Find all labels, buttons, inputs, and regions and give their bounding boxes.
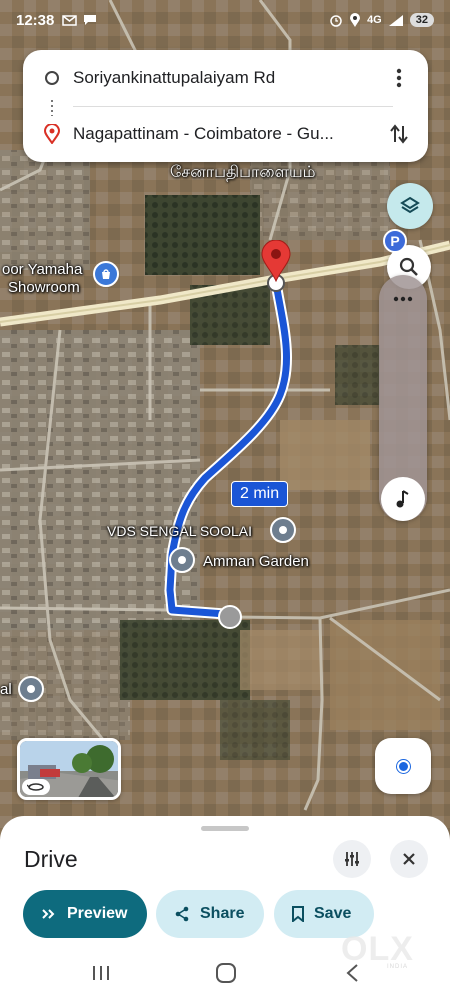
recents-button[interactable] xyxy=(89,962,113,984)
origin-circle-icon xyxy=(45,71,59,85)
recents-icon xyxy=(93,966,109,980)
system-nav-bar xyxy=(0,946,450,1000)
side-more-button[interactable] xyxy=(379,285,427,313)
status-time: 12:38 xyxy=(16,11,55,29)
layers-icon xyxy=(400,196,420,214)
bookmark-icon xyxy=(292,906,304,922)
signal-icon xyxy=(388,14,403,26)
home-button[interactable] xyxy=(214,962,238,984)
map-label-vds[interactable]: VDS SENGAL SOOLAI xyxy=(107,522,252,540)
more-vert-icon xyxy=(396,68,402,88)
chat-icon xyxy=(84,15,97,25)
back-button[interactable] xyxy=(340,962,364,984)
map-label-amman[interactable]: Amman Garden xyxy=(203,553,309,571)
share-icon xyxy=(175,906,189,922)
field-divider xyxy=(73,106,393,107)
swap-button[interactable] xyxy=(386,121,412,147)
shop-poi-icon[interactable] xyxy=(93,261,119,287)
home-icon xyxy=(216,963,236,983)
directions-card: Soriyankinattupalaiyam Rd Nagapattinam -… xyxy=(23,50,428,162)
side-panel xyxy=(379,275,427,521)
rotate-360-icon xyxy=(22,779,50,795)
save-label: Save xyxy=(314,905,352,922)
music-note-icon xyxy=(396,490,409,508)
tune-icon xyxy=(345,852,359,866)
destination-row[interactable]: Nagapattinam - Coimbatore - Gu... xyxy=(23,114,428,154)
double-chevron-icon xyxy=(42,909,55,919)
preview-button[interactable]: Preview xyxy=(23,890,147,938)
share-button[interactable]: Share xyxy=(156,890,264,938)
place-poi-icon[interactable] xyxy=(169,547,195,573)
place-poi-icon[interactable] xyxy=(18,676,44,702)
gmail-icon xyxy=(62,14,78,26)
preview-label: Preview xyxy=(67,905,128,922)
layers-button[interactable] xyxy=(387,183,433,229)
alarm-icon xyxy=(330,15,342,27)
route-options-button[interactable] xyxy=(333,840,371,878)
destination-field[interactable]: Nagapattinam - Coimbatore - Gu... xyxy=(73,124,334,144)
map-label-yamaha-2[interactable]: Showroom xyxy=(8,279,80,297)
location-icon xyxy=(350,12,361,27)
travel-mode-title: Drive xyxy=(24,846,78,872)
drag-handle[interactable] xyxy=(201,826,249,831)
close-icon xyxy=(403,853,415,865)
my-location-button[interactable] xyxy=(375,738,431,794)
destination-marker-icon xyxy=(44,124,60,144)
music-button[interactable] xyxy=(381,477,425,521)
more-horiz-icon xyxy=(393,296,413,302)
street-view-thumbnail[interactable] xyxy=(17,738,121,800)
place-poi-icon[interactable] xyxy=(270,517,296,543)
share-label: Share xyxy=(200,905,245,922)
more-options-button[interactable] xyxy=(386,65,412,91)
search-icon xyxy=(399,257,418,276)
back-icon xyxy=(346,964,358,982)
destination-pin-icon[interactable] xyxy=(261,240,291,282)
route-duration-label[interactable]: 2 min xyxy=(231,481,289,507)
network-type: 4G xyxy=(367,14,382,26)
my-location-icon xyxy=(396,759,410,773)
map-label-yamaha-1[interactable]: oor Yamaha xyxy=(2,261,82,279)
origin-field[interactable]: Soriyankinattupalaiyam Rd xyxy=(73,68,275,88)
origin-row[interactable]: Soriyankinattupalaiyam Rd xyxy=(23,58,428,98)
parking-marker[interactable]: P xyxy=(383,229,407,253)
swap-vert-icon xyxy=(390,124,408,144)
map-label-town: சேனாபதிபாளையம் xyxy=(170,162,316,181)
close-button[interactable] xyxy=(390,840,428,878)
map-label-left: al xyxy=(0,681,12,698)
status-bar: 12:38 4G 32 xyxy=(0,0,450,40)
battery-level: 32 xyxy=(409,13,434,27)
